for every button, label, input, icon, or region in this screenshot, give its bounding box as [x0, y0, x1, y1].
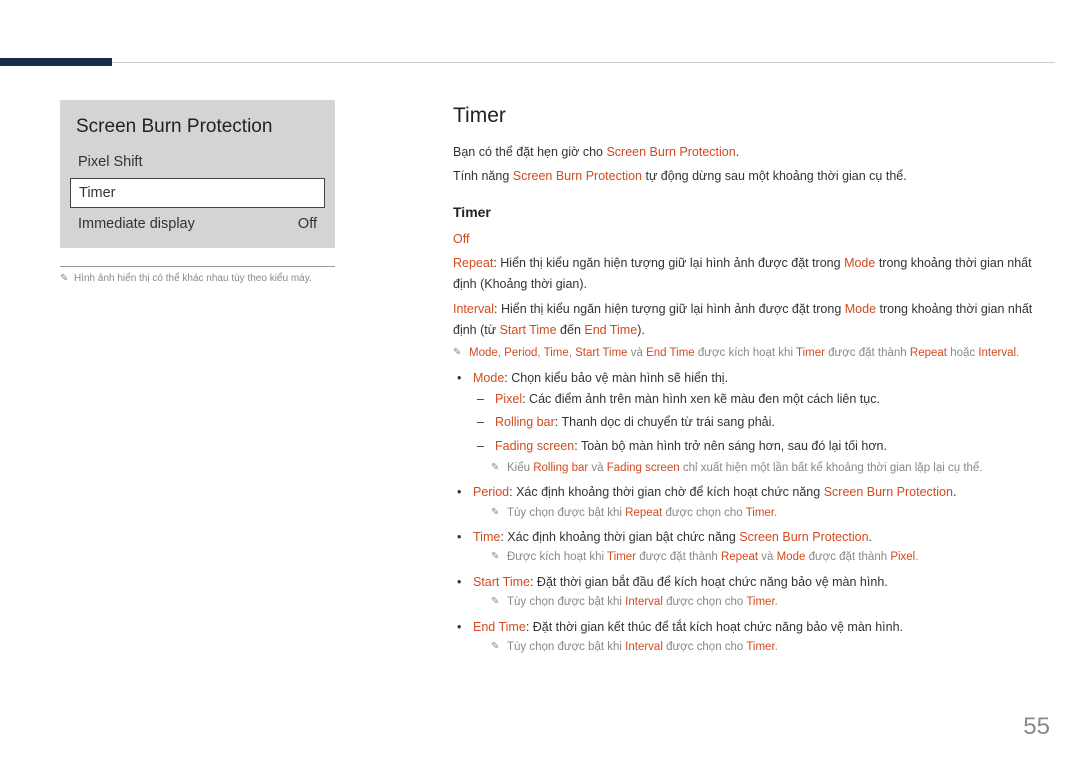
left-divider [60, 266, 335, 267]
note-end-time: ✎ Tùy chọn được bật khi Interval được ch… [473, 638, 1033, 658]
note-rolling-fading: ✎ Kiểu Rolling bar và Fading screen chỉ … [473, 459, 1033, 479]
bullet-start-time: Start Time: Đặt thời gian bắt đầu để kíc… [469, 572, 1033, 613]
left-footnote: ✎Hình ảnh hiển thị có thể khác nhau tùy … [60, 273, 335, 284]
subheading-timer: Timer [453, 201, 1033, 225]
note-start-time: ✎ Tùy chọn được bật khi Interval được ch… [473, 593, 1033, 613]
tab-accent-bar [0, 58, 112, 66]
osd-menu-item-timer[interactable]: Timer [70, 178, 325, 208]
osd-menu-title: Screen Burn Protection [70, 112, 325, 148]
osd-menu-item-immediate-display[interactable]: Immediate display Off [70, 210, 325, 238]
section-heading-timer: Timer [453, 98, 1033, 134]
menu-item-label: Immediate display [78, 216, 195, 232]
dash-pixel: Pixel: Các điểm ảnh trên màn hình xen kẽ… [491, 389, 1033, 410]
right-column: Timer Bạn có thể đặt hẹn giờ cho Screen … [453, 98, 1033, 662]
options-list: Mode: Chọn kiểu bảo vệ màn hình sẽ hiển … [453, 368, 1033, 658]
pencil-icon: ✎ [491, 459, 501, 476]
bullet-mode: Mode: Chọn kiểu bảo vệ màn hình sẽ hiển … [469, 368, 1033, 479]
repeat-line: Repeat: Hiển thị kiểu ngăn hiện tượng gi… [453, 253, 1033, 296]
osd-menu-panel: Screen Burn Protection Pixel Shift Timer… [60, 100, 335, 248]
bullet-time: Time: Xác định khoảng thời gian bật chức… [469, 527, 1033, 568]
pencil-icon: ✎ [491, 638, 501, 655]
pencil-icon: ✎ [491, 593, 501, 610]
dash-rolling-bar: Rolling bar: Thanh dọc di chuyển từ trái… [491, 412, 1033, 433]
pencil-icon: ✎ [491, 548, 501, 565]
top-horizontal-rule [112, 62, 1055, 63]
note-period: ✎ Tùy chọn được bật khi Repeat được chọn… [473, 504, 1033, 524]
pencil-icon: ✎ [60, 273, 70, 284]
menu-item-value: Off [298, 216, 317, 232]
intro-line-1: Bạn có thể đặt hẹn giờ cho Screen Burn P… [453, 142, 1033, 163]
left-column: Screen Burn Protection Pixel Shift Timer… [60, 100, 335, 284]
bullet-period: Period: Xác định khoảng thời gian chờ để… [469, 482, 1033, 523]
mode-sublist: Pixel: Các điểm ảnh trên màn hình xen kẽ… [473, 389, 1033, 457]
osd-menu-item-pixel-shift[interactable]: Pixel Shift [70, 148, 325, 176]
pencil-icon: ✎ [453, 344, 463, 361]
pencil-icon: ✎ [491, 504, 501, 521]
dash-fading-screen: Fading screen: Toàn bộ màn hình trở nên … [491, 436, 1033, 457]
note-activation: ✎ Mode, Period, Time, Start Time và End … [453, 344, 1033, 364]
off-label: Off [453, 229, 1033, 250]
menu-item-label: Pixel Shift [78, 154, 142, 170]
menu-item-label: Timer [79, 185, 116, 201]
page-number: 55 [1023, 713, 1050, 741]
note-time: ✎ Được kích hoạt khi Timer được đặt thàn… [473, 548, 1033, 568]
intro-line-2: Tính năng Screen Burn Protection tự động… [453, 166, 1033, 187]
bullet-end-time: End Time: Đặt thời gian kết thúc để tắt … [469, 617, 1033, 658]
interval-line: Interval: Hiển thị kiểu ngăn hiện tượng … [453, 299, 1033, 342]
